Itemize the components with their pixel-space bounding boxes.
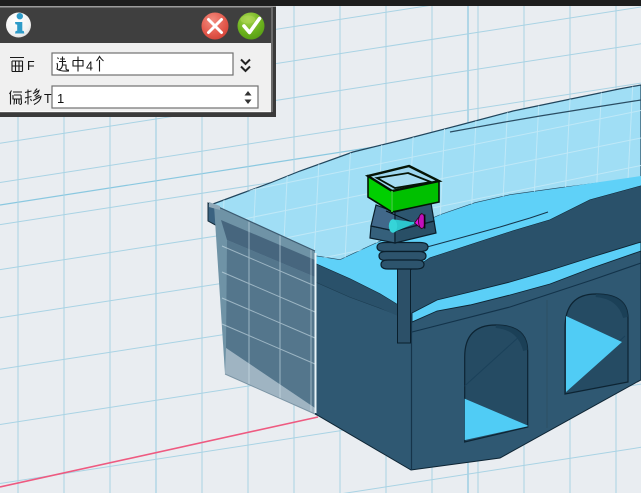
svg-text:4: 4 bbox=[86, 60, 93, 74]
svg-text:F: F bbox=[27, 59, 35, 73]
svg-text:T: T bbox=[44, 92, 52, 106]
svg-text:1: 1 bbox=[57, 91, 64, 106]
